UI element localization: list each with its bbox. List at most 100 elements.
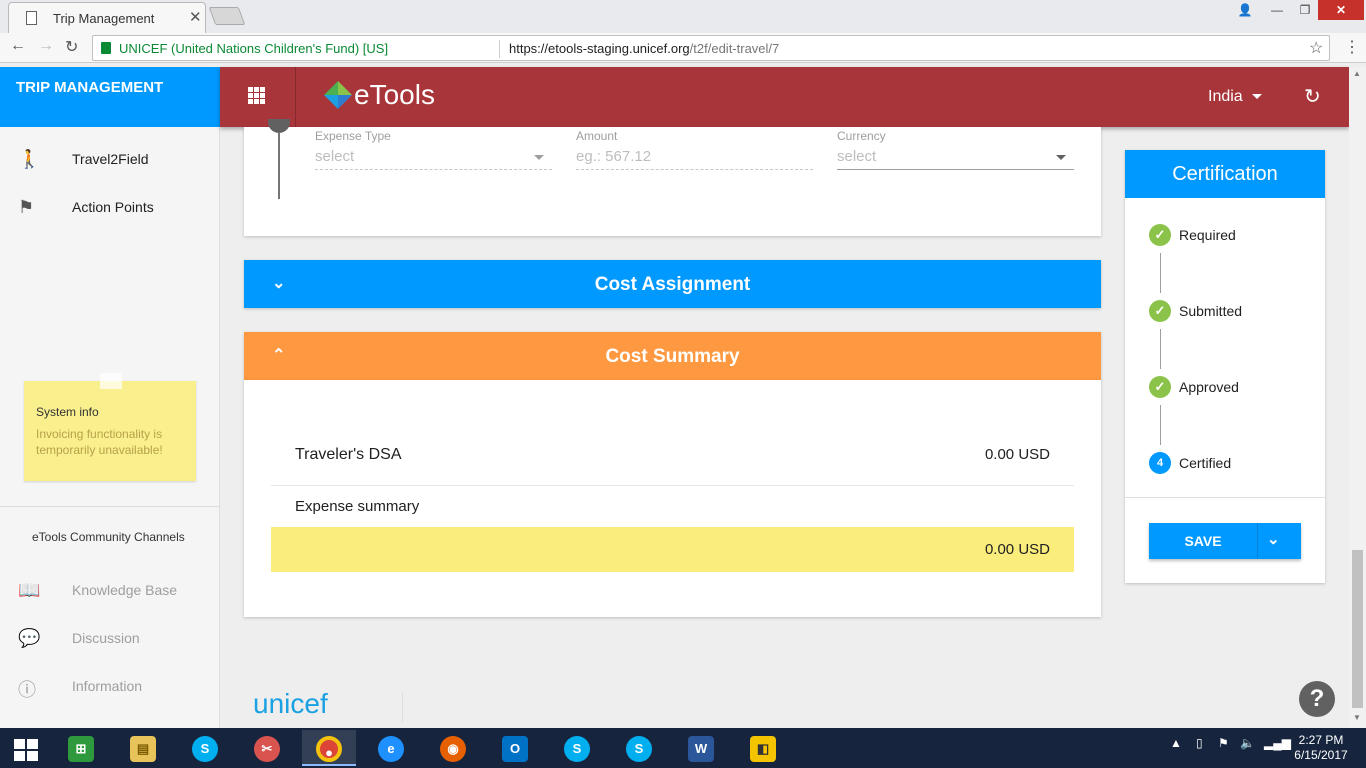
minimize-button[interactable]: — [1262,0,1292,20]
clock-time: 2:27 PM [1298,733,1344,747]
start-button[interactable] [0,730,54,766]
system-clock[interactable]: 2:27 PM 6/15/2017 [1286,733,1356,763]
book-person-icon: 📖 [18,580,41,600]
outlook-icon[interactable]: O [488,730,542,766]
caret-down-icon [1056,155,1066,160]
sidebar: TRIP MANAGEMENT 🚶 Travel2Field ⚑ Action … [0,67,220,728]
step-name: Submitted [1179,303,1243,319]
store-app-icon[interactable]: ⊞ [54,730,108,766]
sidebar-item-knowledge-base[interactable]: 📖 Knowledge Base [0,570,220,610]
certification-title: Certification [1125,150,1325,198]
browser-menu-icon[interactable]: ⋮ [1344,37,1360,57]
help-button[interactable]: ? [1299,681,1335,717]
user-icon[interactable]: 👤 [1232,0,1258,20]
system-info-text: Invoicing functionality is temporarily u… [36,427,163,457]
sidebar-item-label: Knowledge Base [72,582,178,598]
url-input[interactable]: UNICEF (United Nations Children's Fund) … [92,35,1330,61]
step-name: Required [1179,227,1236,243]
file-explorer-icon[interactable]: ▤ [116,730,170,766]
dsa-value: 0.00 USD [984,446,1050,463]
system-info-note: System info Invoicing functionality is t… [24,373,196,481]
amount-placeholder: eg.: 567.12 [576,148,652,165]
footer-divider [402,692,403,722]
new-tab-button[interactable] [208,7,246,25]
cost-assignment-header[interactable]: ⌄ Cost Assignment [244,260,1101,308]
sidebar-item-label: Discussion [72,630,140,646]
tray-expand-icon[interactable]: ▲ [1170,736,1182,750]
step-connector [1160,329,1161,369]
step-name: Certified [1179,455,1232,471]
firefox-icon[interactable]: ◉ [426,730,480,766]
restore-button[interactable]: ❐ [1292,0,1318,20]
sticky-app-icon[interactable]: ◧ [736,730,790,766]
forward-arrow-icon[interactable]: → [38,37,54,55]
sidebar-item-action-points[interactable]: ⚑ Action Points [0,187,220,227]
save-button-label: SAVE [1184,533,1222,549]
certification-card: Certification ✓ Required ✓ Submitted ✓ A… [1125,150,1325,583]
window-close-button[interactable]: ✕ [1318,0,1364,20]
browser-tab[interactable]: Trip Management ✕ [8,2,206,33]
skype-icon[interactable]: S [178,730,232,766]
battery-icon[interactable]: ▯ [1196,736,1203,750]
field-underline [837,169,1074,170]
note-pin [100,373,122,389]
walking-person-icon: 🚶 [18,149,41,169]
windows-taskbar: ⊞ ▤ S ✂ ● e ◉ O S S W ◧ ▲ ▯ ⚑ 🔈 ▂▄▆ 2:27… [0,728,1366,768]
sidebar-item-label: Action Points [72,199,154,215]
address-bar: ← → ↻ UNICEF (United Nations Children's … [0,33,1366,63]
sidebar-item-label: Travel2Field [72,151,149,167]
step-number-badge: 4 [1149,452,1171,474]
action-center-flag-icon[interactable]: ⚑ [1218,736,1229,750]
bookmark-star-icon[interactable]: ☆ [1309,38,1323,58]
skype-online-icon[interactable]: S [612,730,666,766]
scroll-down-icon[interactable]: ▼ [1353,713,1361,722]
caret-down-icon[interactable] [1252,94,1262,99]
step-connector [1160,405,1161,445]
scrollbar-thumb[interactable] [1352,550,1363,708]
field-underline [576,169,813,170]
refresh-icon[interactable]: ↻ [1304,84,1321,109]
browser-tab-bar: Trip Management ✕ 👤 — ❐ ✕ [0,0,1366,33]
chevron-down-icon[interactable]: ⌄ [1267,530,1280,548]
lock-icon [101,42,111,54]
amount-input[interactable]: Amount eg.: 567.12 [576,127,813,171]
currency-select[interactable]: Currency select [837,127,1074,171]
expense-type-select[interactable]: Expense Type select [315,127,552,171]
sidebar-item-discussion[interactable]: 💬 Discussion [0,618,220,658]
check-icon: ✓ [1149,300,1171,322]
country-selector[interactable]: India [1208,88,1243,106]
windows-logo-icon [14,739,38,761]
chat-icon: 💬 [18,628,41,648]
reload-icon[interactable]: ↻ [65,37,78,57]
timeline-line [278,133,280,199]
sidebar-item-travel2field[interactable]: 🚶 Travel2Field [0,139,220,179]
step-name: Approved [1179,379,1239,395]
back-arrow-icon[interactable]: ← [10,37,26,55]
step-approved: ✓ Approved [1149,376,1319,400]
save-button[interactable]: SAVE ⌄ [1149,523,1301,559]
url-host: https://etools-staging.unicef.org [509,41,690,56]
total-row: 0.00 USD [271,527,1074,572]
volume-icon[interactable]: 🔈 [1240,736,1255,750]
url-path: /t2f/edit-travel/7 [689,41,780,56]
internet-explorer-icon[interactable]: e [364,730,418,766]
page-scrollbar[interactable]: ▲ ▼ [1349,67,1366,728]
scroll-up-icon[interactable]: ▲ [1353,69,1361,78]
url-text: https://etools-staging.unicef.org/t2f/ed… [509,41,779,56]
cost-summary-header[interactable]: ⌃ Cost Summary [244,332,1101,380]
sidebar-item-information[interactable]: ⓘ Information [0,666,220,706]
apps-grid-icon[interactable] [248,87,266,105]
skype-business-icon[interactable]: S [550,730,604,766]
snipping-tool-icon[interactable]: ✂ [240,730,294,766]
field-underline [315,169,552,170]
unicef-logo: unicef [253,688,328,719]
cost-assignment-title: Cost Assignment [594,274,751,295]
app-top-bar: eTools India ↻ [220,67,1349,127]
chrome-icon[interactable]: ● [302,730,356,766]
step-submitted: ✓ Submitted [1149,300,1319,324]
cost-summary-title: Cost Summary [605,346,740,367]
step-certified: 4 Certified [1149,452,1319,476]
close-icon[interactable]: ✕ [189,8,202,26]
word-icon[interactable]: W [674,730,728,766]
save-button-divider [1257,523,1258,559]
